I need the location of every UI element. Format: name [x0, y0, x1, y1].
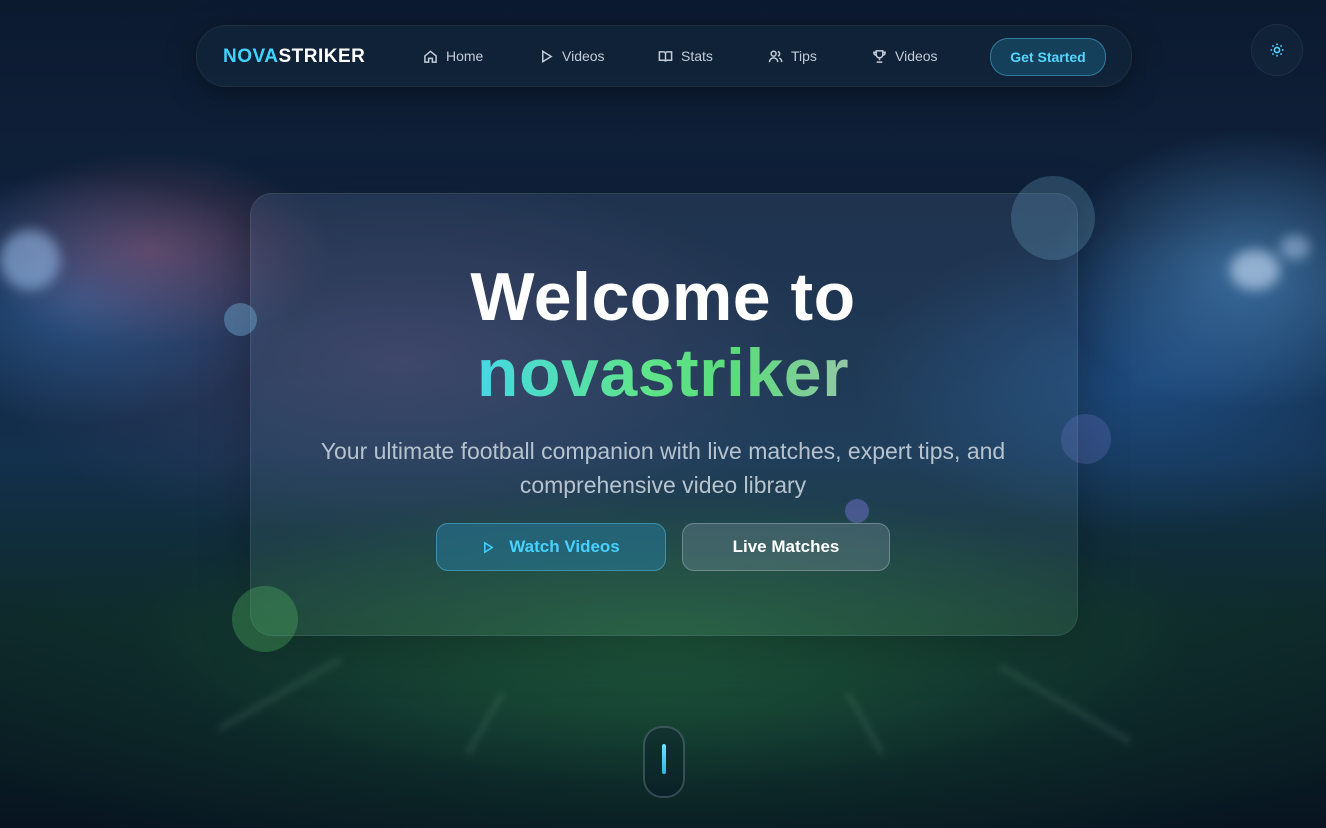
brand-logo[interactable]: NOVASTRIKER — [223, 46, 365, 68]
live-matches-button[interactable]: Live Matches — [682, 523, 890, 571]
decor-bubble — [232, 586, 298, 652]
hero-title-line2: novastriker — [0, 334, 1326, 412]
users-icon — [768, 50, 783, 62]
stadium-light-right-2 — [1280, 235, 1310, 260]
decor-bubble — [1061, 414, 1111, 464]
nav-item-label: Videos — [895, 48, 938, 64]
book-icon — [658, 50, 673, 62]
hero-title-line1: Welcome to — [470, 259, 856, 335]
live-matches-label: Live Matches — [732, 537, 840, 556]
get-started-button[interactable]: Get Started — [990, 38, 1106, 76]
watch-videos-label: Watch Videos — [509, 537, 620, 556]
play-icon — [484, 541, 494, 553]
logo-part-nova: NOVA — [223, 46, 279, 67]
nav-item-tips[interactable]: Tips — [768, 48, 817, 64]
nav-item-label: Home — [446, 48, 484, 64]
nav-item-stats[interactable]: Stats — [658, 48, 713, 64]
nav-item-label: Tips — [791, 48, 817, 64]
nav-item-videos[interactable]: Videos — [539, 48, 605, 64]
theme-toggle-button[interactable] — [1251, 24, 1303, 76]
logo-part-striker: STRIKER — [278, 46, 366, 67]
trophy-icon — [873, 49, 886, 63]
top-navbar: NOVASTRIKER Home Videos Stats Tips Video… — [196, 25, 1132, 87]
home-icon — [424, 49, 437, 63]
nav-item-label: Stats — [681, 48, 713, 64]
play-icon — [542, 49, 553, 63]
sun-icon — [1270, 43, 1284, 57]
scroll-indicator-dot — [662, 744, 666, 774]
nav-item-label: Videos — [562, 48, 605, 64]
hero-title-brand: novastriker — [476, 335, 850, 411]
decor-bubble — [1011, 176, 1095, 260]
hero-subtitle: Your ultimate football companion with li… — [320, 438, 1006, 498]
nav-item-videos-2[interactable]: Videos — [872, 48, 938, 64]
watch-videos-button[interactable]: Watch Videos — [436, 523, 666, 571]
decor-bubble — [845, 499, 869, 523]
nav-item-home[interactable]: Home — [423, 48, 483, 64]
scroll-mouse-icon[interactable] — [643, 726, 685, 798]
